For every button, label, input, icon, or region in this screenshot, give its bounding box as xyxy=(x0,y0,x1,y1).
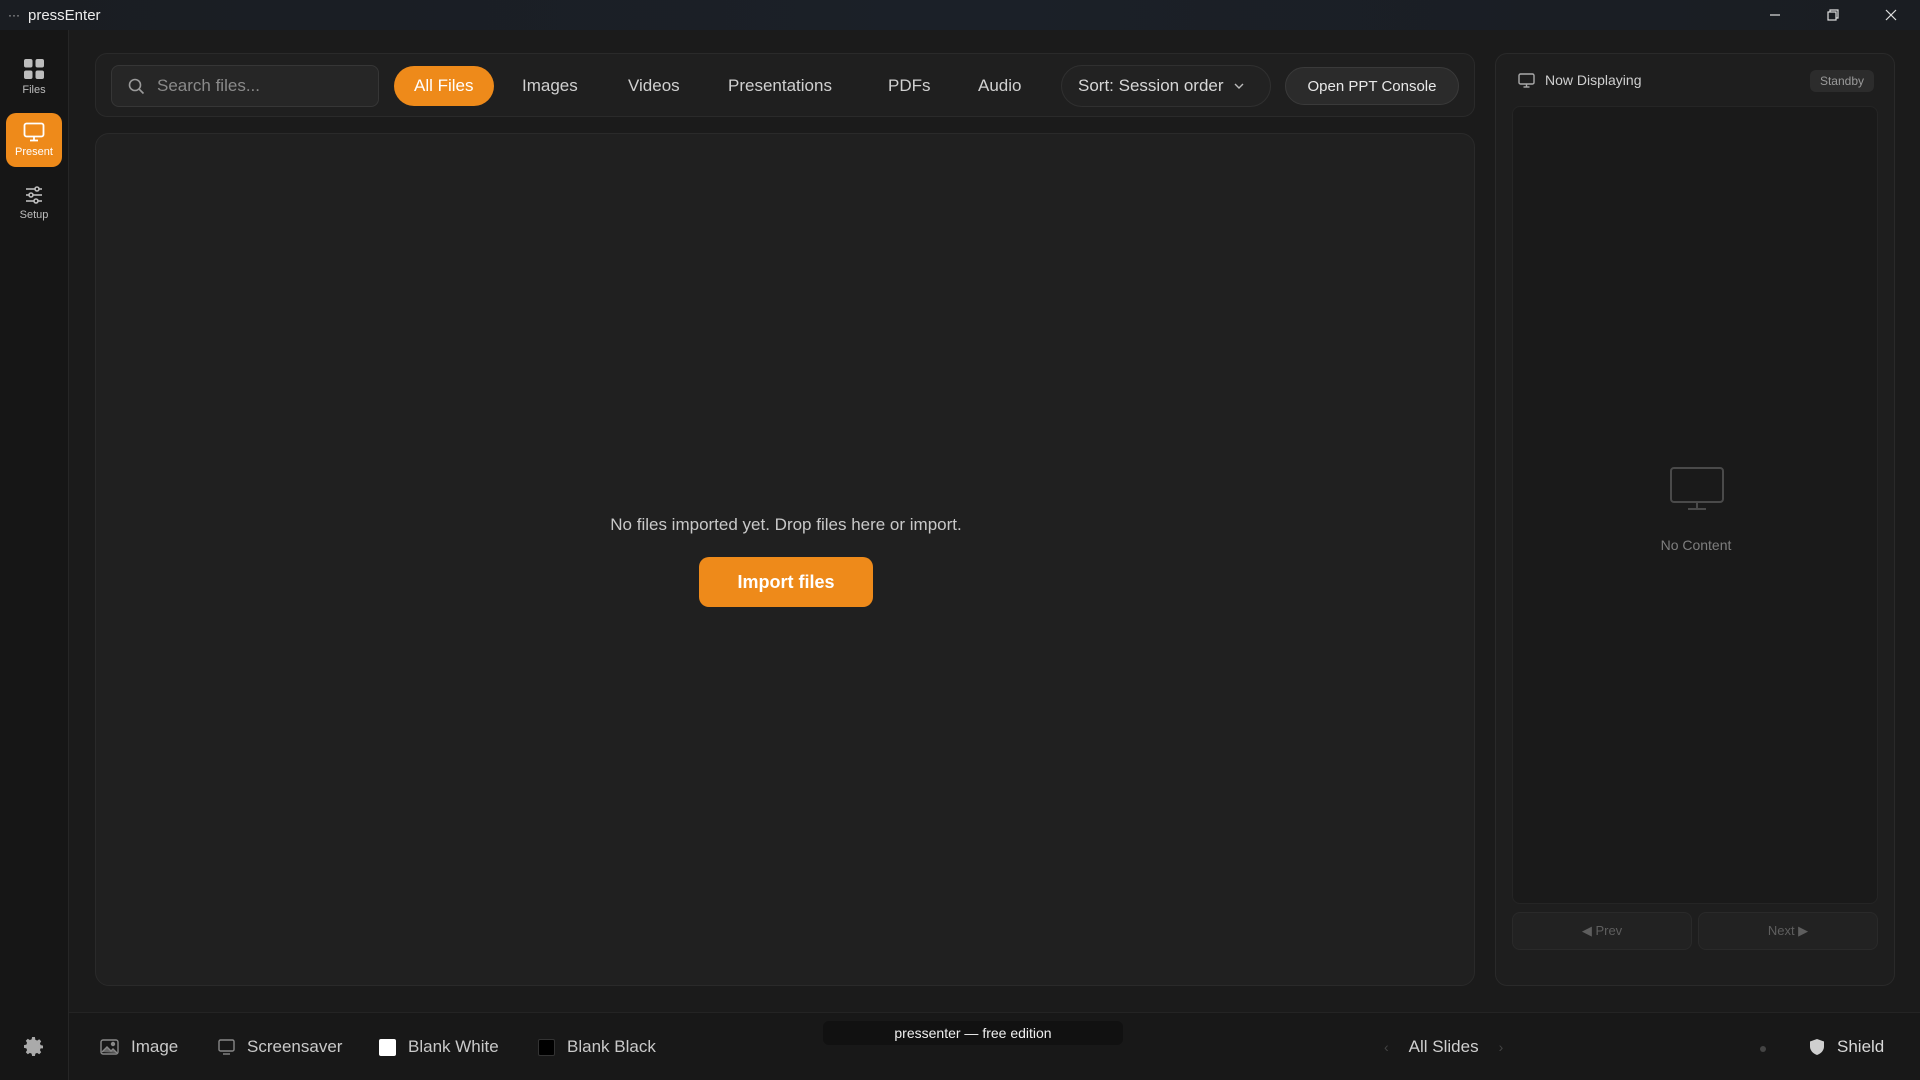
gear-icon[interactable] xyxy=(22,1035,46,1059)
blank-white-label: Blank White xyxy=(408,1037,499,1056)
image-button[interactable]: Image xyxy=(100,1037,178,1057)
rail-item-label: Setup xyxy=(19,209,49,221)
empty-state-message: No files imported yet. Drop files here o… xyxy=(610,515,962,534)
tab-pdfs[interactable]: PDFs xyxy=(868,66,951,106)
shield-button[interactable]: Shield xyxy=(1809,1037,1884,1057)
rail-item-present[interactable]: Present xyxy=(6,113,62,167)
screensaver-button[interactable]: Screensaver xyxy=(218,1037,342,1057)
sort-label: Sort: Session order xyxy=(1078,76,1224,95)
shield-label: Shield xyxy=(1837,1037,1885,1056)
import-files-button[interactable]: Import files xyxy=(699,557,873,607)
screen-icon xyxy=(218,1039,235,1055)
black-swatch-icon xyxy=(538,1038,555,1056)
edition-badge: pressenter — free edition xyxy=(823,1021,1123,1045)
tab-videos[interactable]: Videos xyxy=(608,66,700,106)
window-title: pressEnter xyxy=(28,6,101,24)
title-bar: ··· pressEnter xyxy=(0,0,1920,30)
tab-presentations[interactable]: Presentations xyxy=(708,66,852,106)
search-input[interactable] xyxy=(157,76,357,96)
monitor-icon xyxy=(1670,467,1724,510)
image-icon xyxy=(100,1039,119,1055)
no-content-label: No Content xyxy=(1660,537,1732,553)
image-label: Image xyxy=(131,1037,179,1056)
minimize-icon xyxy=(1770,14,1780,16)
sort-dropdown[interactable]: Sort: Session order xyxy=(1061,65,1271,107)
file-drop-zone[interactable]: No files imported yet. Drop files here o… xyxy=(95,133,1475,986)
minimize-button[interactable] xyxy=(1746,0,1804,30)
filter-toolbar: All Files Images Videos Presentations PD… xyxy=(95,53,1475,117)
close-icon xyxy=(1885,9,1897,21)
blank-white-button[interactable]: Blank White xyxy=(379,1037,499,1057)
rail-item-label: Present xyxy=(15,146,53,158)
shield-icon xyxy=(1810,1039,1824,1055)
restore-icon xyxy=(1827,9,1839,21)
left-rail: Files Present Setup xyxy=(0,30,69,1080)
rail-item-files[interactable]: Files xyxy=(6,50,62,104)
status-badge: Standby xyxy=(1809,70,1874,92)
window-controls xyxy=(1746,0,1920,30)
bottom-bar: Image Screensaver Blank White Blank Blac… xyxy=(69,1012,1920,1080)
rail-item-label: Files xyxy=(22,84,46,96)
restore-button[interactable] xyxy=(1804,0,1862,30)
chevron-down-icon xyxy=(1234,83,1244,89)
rail-item-setup[interactable]: Setup xyxy=(6,176,62,230)
panel-header: Now Displaying xyxy=(1518,72,1641,88)
status-dot xyxy=(1760,1046,1766,1052)
search-box xyxy=(111,65,379,107)
display-preview: No Content xyxy=(1512,106,1878,904)
prev-button[interactable]: ◀ Prev xyxy=(1512,912,1692,950)
blank-black-button[interactable]: Blank Black xyxy=(538,1037,656,1057)
monitor-icon xyxy=(23,122,45,142)
tab-audio[interactable]: Audio xyxy=(958,66,1041,106)
panel-title: Now Displaying xyxy=(1545,72,1642,88)
all-slides-label[interactable]: All Slides xyxy=(1409,1037,1479,1057)
search-icon xyxy=(128,78,145,94)
white-swatch-icon xyxy=(379,1038,396,1056)
close-button[interactable] xyxy=(1862,0,1920,30)
slides-next-arrow[interactable]: › xyxy=(1499,1039,1504,1055)
tab-images[interactable]: Images xyxy=(502,66,598,106)
open-ppt-console-button[interactable]: Open PPT Console xyxy=(1285,67,1459,105)
slides-navigator: ‹ All Slides › xyxy=(1364,1037,1523,1057)
now-displaying-panel: Now Displaying Standby No Content ◀ Prev… xyxy=(1495,53,1895,986)
menu-icon[interactable]: ··· xyxy=(8,9,22,21)
slides-prev-arrow[interactable]: ‹ xyxy=(1384,1039,1389,1055)
grid-icon xyxy=(24,59,44,79)
next-button[interactable]: Next ▶ xyxy=(1698,912,1878,950)
screensaver-label: Screensaver xyxy=(247,1037,343,1056)
monitor-icon xyxy=(1518,72,1535,88)
sliders-icon xyxy=(26,186,42,204)
tab-all-files[interactable]: All Files xyxy=(394,66,494,106)
blank-black-label: Blank Black xyxy=(567,1037,656,1056)
